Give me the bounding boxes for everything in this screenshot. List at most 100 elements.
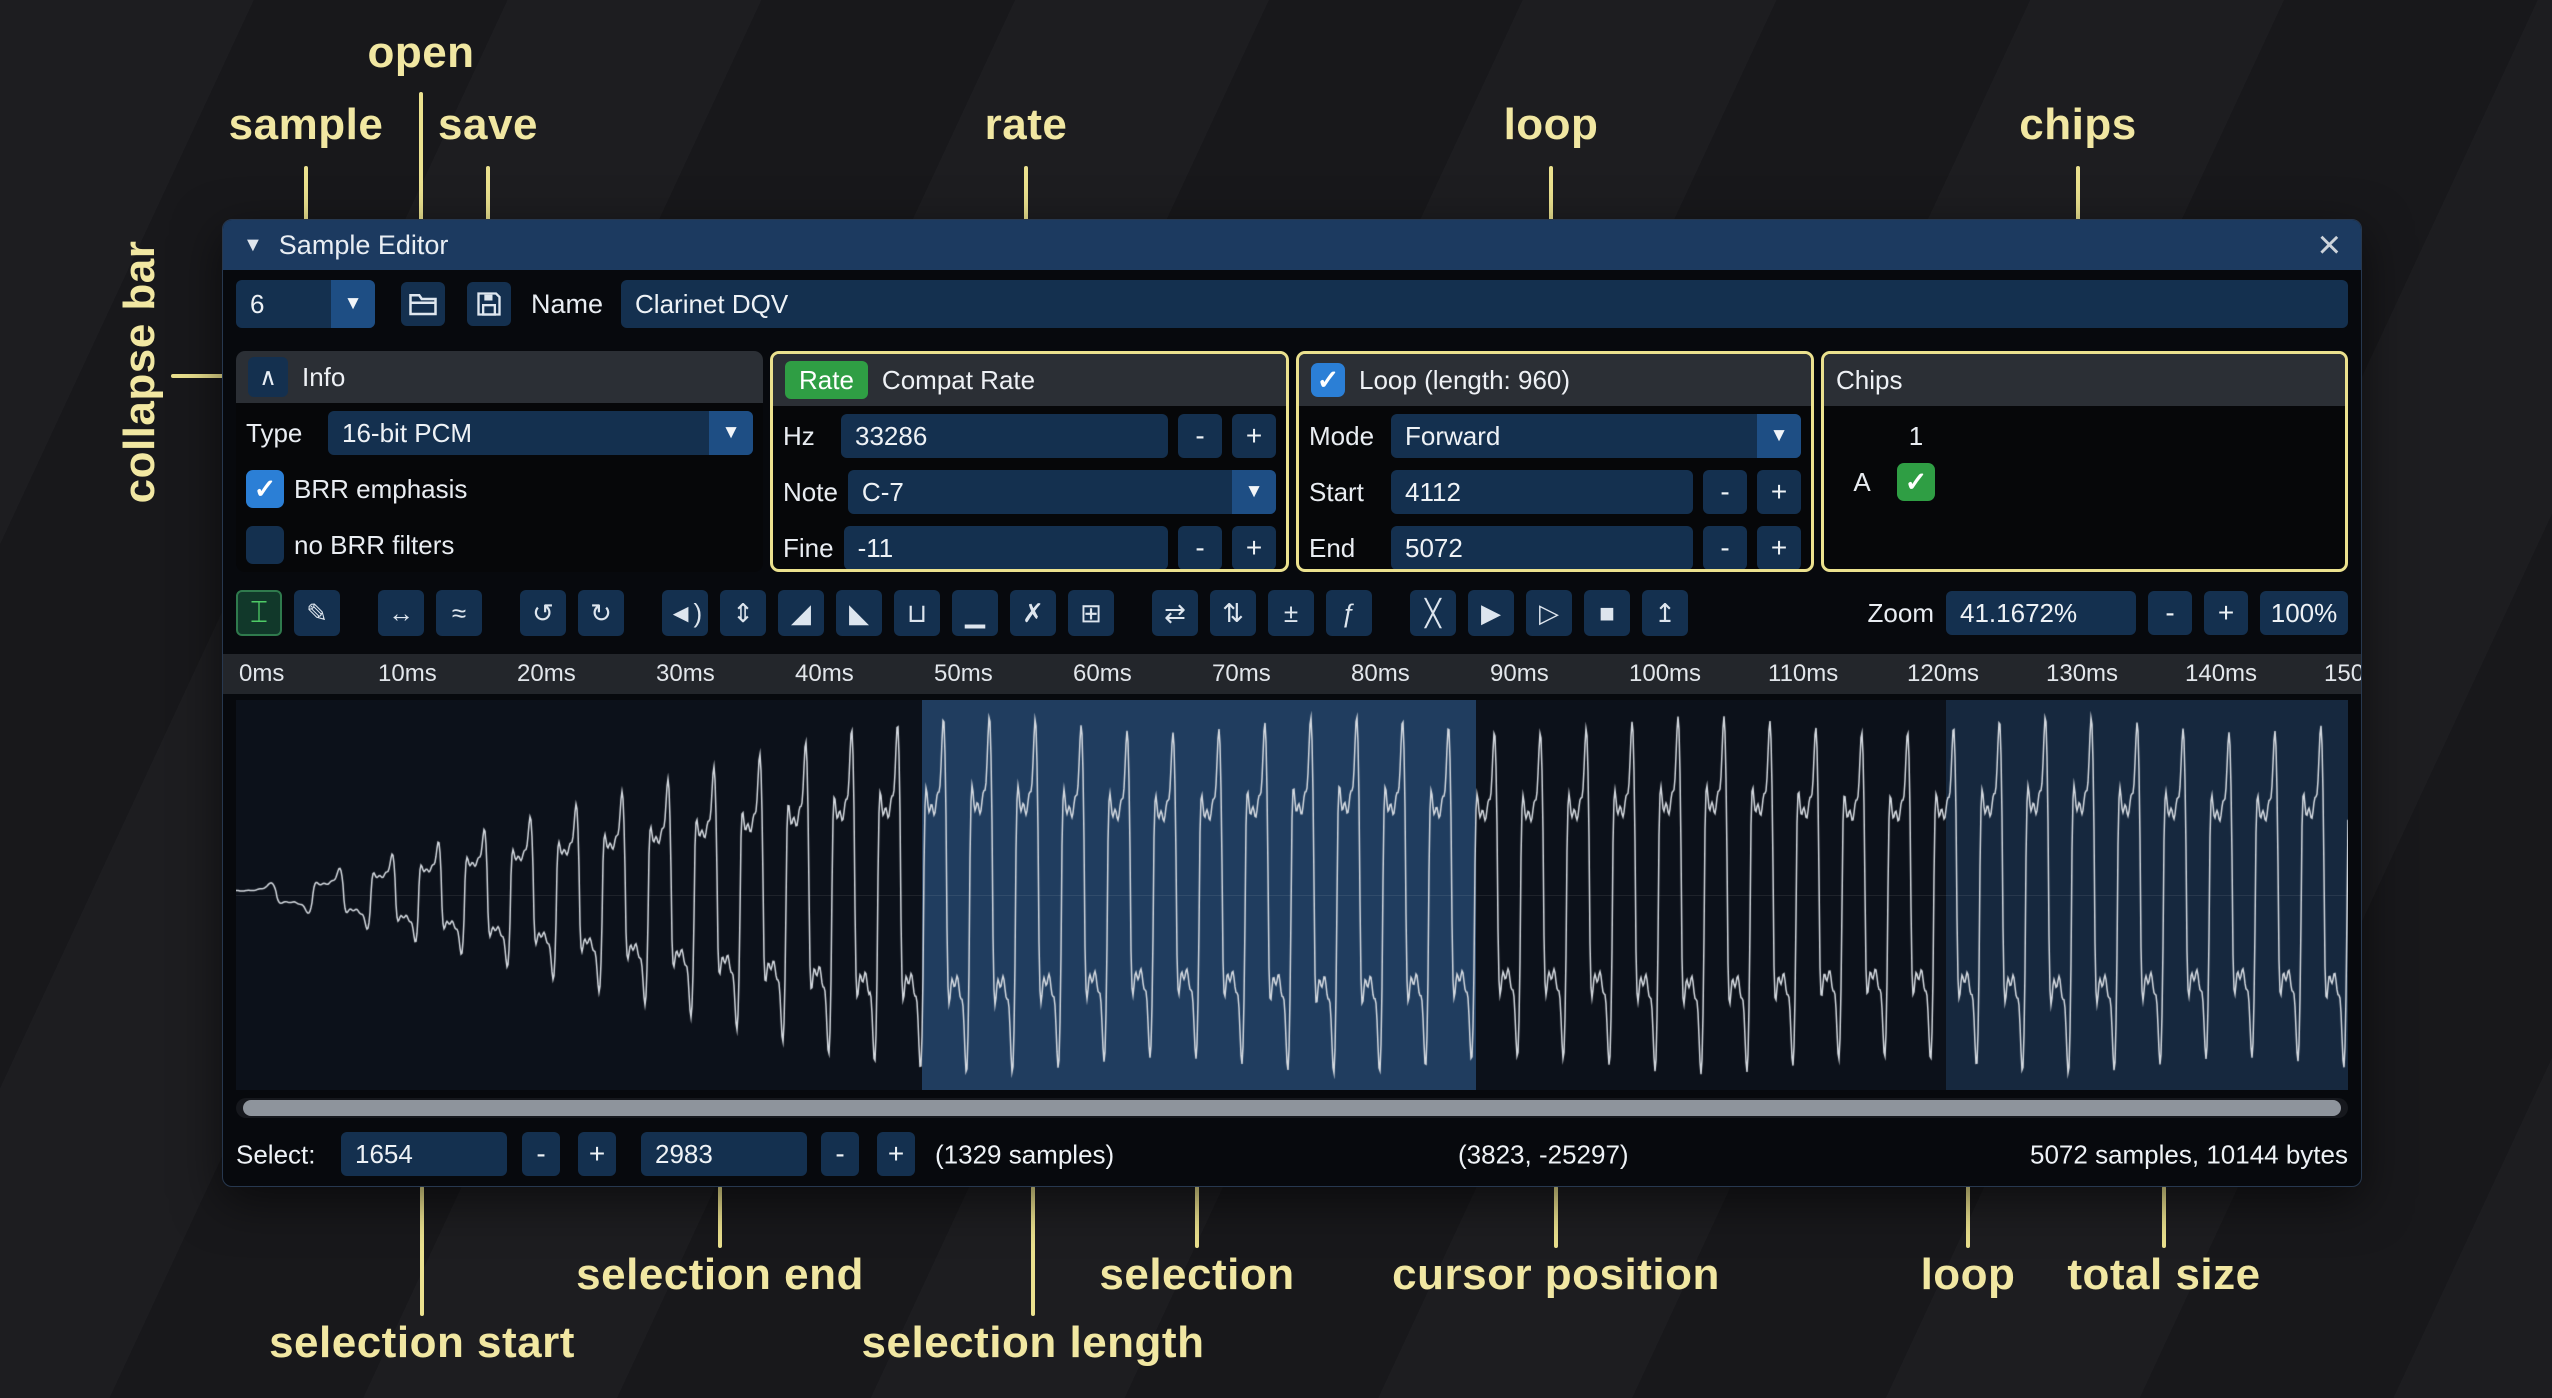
resample-button[interactable]: ≈: [436, 590, 482, 636]
selection-end-decrease-button[interactable]: -: [821, 1132, 859, 1176]
trim-button[interactable]: ⊞: [1068, 590, 1114, 636]
note-label: Note: [783, 477, 838, 508]
close-icon[interactable]: ×: [2318, 225, 2341, 265]
type-select[interactable]: 16-bit PCM ▼: [328, 411, 753, 455]
sample-number-select[interactable]: 6 ▼: [236, 280, 375, 328]
chips-row-label: A: [1853, 467, 1870, 498]
ruler-tick-label: 100ms: [1629, 660, 1701, 688]
loop-start-input[interactable]: [1391, 470, 1693, 514]
loop-start-decrease-button[interactable]: -: [1703, 470, 1747, 514]
selection-end-increase-button[interactable]: +: [877, 1132, 915, 1176]
loop-body: Mode Forward ▼ Start - + End: [1299, 406, 1811, 572]
fine-label: Fine: [783, 533, 834, 564]
selection-start-decrease-button[interactable]: -: [522, 1132, 560, 1176]
zoom-reset-button[interactable]: 100%: [2260, 591, 2348, 635]
resize-button[interactable]: ↔: [378, 590, 424, 636]
brr-emphasis-label: BRR emphasis: [294, 474, 467, 505]
preview-dry-button[interactable]: ▷: [1526, 590, 1572, 636]
waveform-view[interactable]: [236, 700, 2348, 1090]
dropdown-arrow-icon: ▼: [1232, 470, 1276, 514]
loop-end-input[interactable]: [1391, 526, 1693, 570]
draw-tool-button[interactable]: ✎: [294, 590, 340, 636]
delete-button[interactable]: ✗: [1010, 590, 1056, 636]
scrollbar-thumb[interactable]: [243, 1100, 2341, 1116]
mode-label: Mode: [1309, 421, 1381, 452]
selection-start-increase-button[interactable]: +: [578, 1132, 616, 1176]
loop-mode-select[interactable]: Forward ▼: [1391, 414, 1801, 458]
reverse-button[interactable]: ⇄: [1152, 590, 1198, 636]
fade-in-button[interactable]: ◢: [778, 590, 824, 636]
info-body: Type 16-bit PCM ▼ ✓ BRR emphasis: [236, 403, 763, 572]
redo-button[interactable]: ↻: [578, 590, 624, 636]
loop-mode-value: Forward: [1405, 421, 1500, 452]
info-collapse-button[interactable]: ∧: [248, 357, 288, 397]
selection-length-value: (1329 samples): [935, 1140, 1114, 1171]
hz-decrease-button[interactable]: -: [1178, 414, 1222, 458]
annotation-selection-start: selection start: [269, 1318, 575, 1368]
window-collapse-icon[interactable]: ▼: [243, 234, 263, 257]
loop-start-increase-button[interactable]: +: [1757, 470, 1801, 514]
waveform-canvas[interactable]: [236, 700, 2348, 1090]
ruler-tick-label: 110ms: [1768, 660, 1838, 688]
amplify-button[interactable]: ◄): [662, 590, 708, 636]
chip-a1-checkbox[interactable]: ✓: [1897, 463, 1935, 501]
insert-silence-button[interactable]: ⊔: [894, 590, 940, 636]
preview-button[interactable]: ▶: [1468, 590, 1514, 636]
save-sample-button[interactable]: [467, 282, 511, 326]
hz-increase-button[interactable]: +: [1232, 414, 1276, 458]
signed-unsigned-button[interactable]: ±: [1268, 590, 1314, 636]
no-brr-filters-label: no BRR filters: [294, 530, 454, 561]
zoom-out-button[interactable]: -: [2148, 591, 2192, 635]
zoom-input[interactable]: [1946, 591, 2136, 635]
selection-start-input[interactable]: [341, 1132, 507, 1176]
hz-input[interactable]: [841, 414, 1168, 458]
apply-filter-button[interactable]: ƒ: [1326, 590, 1372, 636]
loop-end-decrease-button[interactable]: -: [1703, 526, 1747, 570]
sample-number-value: 6: [250, 289, 264, 320]
total-size-value: 5072 samples, 10144 bytes: [2030, 1140, 2348, 1171]
zoom-in-button[interactable]: +: [2204, 591, 2248, 635]
horizontal-scrollbar: [236, 1098, 2348, 1118]
annotation-sample: sample: [229, 100, 384, 150]
time-ruler: 0ms10ms20ms30ms40ms50ms60ms70ms80ms90ms1…: [223, 654, 2361, 694]
ruler-tick-label: 120ms: [1907, 660, 1979, 688]
crossfade-loop-button[interactable]: ╳: [1410, 590, 1456, 636]
normalize-button[interactable]: ⇕: [720, 590, 766, 636]
stop-preview-button[interactable]: ■: [1584, 590, 1630, 636]
annotation-line-selection-end: [718, 1186, 722, 1248]
apply-silence-button[interactable]: ▁: [952, 590, 998, 636]
fine-decrease-button[interactable]: -: [1178, 526, 1222, 570]
fade-out-button[interactable]: ◣: [836, 590, 882, 636]
create-wavetable-button[interactable]: ↥: [1642, 590, 1688, 636]
open-sample-button[interactable]: [401, 282, 445, 326]
brr-emphasis-checkbox[interactable]: ✓: [246, 470, 284, 508]
undo-button[interactable]: ↺: [520, 590, 566, 636]
note-value: C-7: [862, 477, 904, 508]
select-label: Select:: [236, 1140, 316, 1171]
name-input[interactable]: [621, 280, 2348, 328]
selection-end-input[interactable]: [641, 1132, 807, 1176]
ruler-tick-label: 90ms: [1490, 660, 1549, 688]
name-label: Name: [531, 289, 603, 320]
hz-label: Hz: [783, 421, 831, 452]
fine-input[interactable]: [844, 526, 1168, 570]
invert-button[interactable]: ⇅: [1210, 590, 1256, 636]
chips-column-header: 1: [1909, 421, 1923, 452]
annotation-rate: rate: [985, 100, 1068, 150]
dropdown-arrow-icon: ▼: [709, 411, 753, 455]
select-tool-button[interactable]: ⌶: [236, 590, 282, 636]
zoom-label: Zoom: [1868, 598, 1934, 629]
info-panel: ∧ Info Type 16-bit PCM ▼ ✓: [236, 351, 763, 572]
sample-editor-window: ▼ Sample Editor × 6 ▼: [222, 219, 2362, 1187]
info-title: Info: [302, 362, 345, 393]
fine-increase-button[interactable]: +: [1232, 526, 1276, 570]
loop-enable-checkbox[interactable]: ✓: [1311, 363, 1345, 397]
note-select[interactable]: C-7 ▼: [848, 470, 1276, 514]
loop-start-label: Start: [1309, 477, 1381, 508]
annotation-loop-bottom: loop: [1921, 1250, 2016, 1300]
loop-end-increase-button[interactable]: +: [1757, 526, 1801, 570]
annotation-line-cursor-position: [1554, 1186, 1558, 1248]
no-brr-filters-checkbox[interactable]: [246, 526, 284, 564]
ruler-tick-label: 80ms: [1351, 660, 1410, 688]
type-value: 16-bit PCM: [342, 418, 472, 449]
